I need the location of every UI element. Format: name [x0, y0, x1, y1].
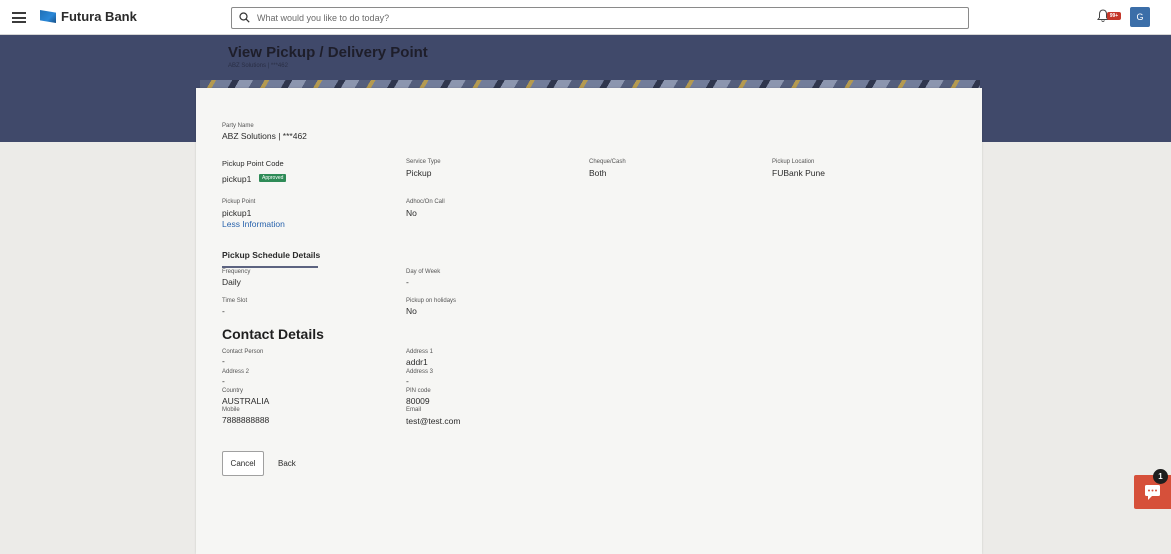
frequency-label: Frequency: [222, 269, 251, 275]
pickup-point-code-label: Pickup Point Code: [222, 159, 284, 168]
contact-details-title: Contact Details: [222, 326, 324, 342]
contact-person-value: -: [222, 356, 225, 366]
brand-name[interactable]: Futura Bank: [61, 9, 137, 24]
pin-code-value: 80009: [406, 396, 430, 406]
cheque-cash-value: Both: [589, 168, 607, 178]
back-button[interactable]: Back: [278, 451, 304, 476]
address2-label: Address 2: [222, 369, 250, 375]
country-value: AUSTRALIA: [222, 396, 270, 406]
bank-logo-icon: [40, 10, 56, 23]
notification-badge: 99+: [1107, 12, 1121, 20]
pin-code-label: PIN code: [406, 388, 431, 394]
less-information-link[interactable]: Less Information: [222, 219, 285, 229]
search-bar[interactable]: [231, 7, 969, 29]
pickup-location-label: Pickup Location: [772, 159, 815, 165]
address2-value: -: [222, 376, 225, 386]
page-subtitle: ABZ Solutions | ***462: [228, 63, 288, 69]
pickup-point-label: Pickup Point: [222, 199, 256, 205]
avatar[interactable]: G: [1130, 7, 1150, 27]
address1-label: Address 1: [406, 349, 434, 355]
pickup-holidays-value: No: [406, 306, 417, 316]
menu-icon[interactable]: [12, 12, 26, 23]
mobile-value: 7888888888: [222, 415, 270, 425]
country-label: Country: [222, 388, 244, 394]
cancel-button[interactable]: Cancel: [222, 451, 264, 476]
day-of-week-value: -: [406, 277, 409, 287]
pickup-schedule-title: Pickup Schedule Details: [222, 250, 321, 260]
email-value: test@test.com: [406, 416, 461, 426]
page-title: View Pickup / Delivery Point: [228, 44, 428, 61]
status-badge: Approved: [259, 174, 287, 182]
section-underline: [222, 266, 318, 268]
adhoc-label: Adhoc/On Call: [406, 199, 445, 205]
contact-person-label: Contact Person: [222, 349, 264, 355]
frequency-value: Daily: [222, 277, 241, 287]
pickup-point-code-value: pickup1: [222, 174, 252, 184]
pickup-holidays-label: Pickup on holidays: [406, 298, 457, 304]
mobile-label: Mobile: [222, 407, 240, 413]
time-slot-value: -: [222, 306, 225, 316]
service-type-label: Service Type: [406, 159, 441, 165]
time-slot-label: Time Slot: [222, 298, 248, 304]
cheque-cash-label: Cheque/Cash: [589, 159, 626, 165]
party-name-label: Party Name: [222, 123, 254, 129]
pickup-point-value: pickup1: [222, 208, 252, 218]
search-input[interactable]: [257, 10, 957, 26]
top-bar: Futura Bank 99+ G: [0, 0, 1171, 35]
email-label: Email: [406, 407, 422, 413]
search-icon: [239, 12, 250, 23]
chat-badge: 1: [1153, 469, 1168, 484]
day-of-week-label: Day of Week: [406, 269, 441, 275]
address3-value: -: [406, 376, 409, 386]
address3-label: Address 3: [406, 369, 434, 375]
details-card: Party Name ABZ Solutions | ***462 Pickup…: [196, 88, 982, 554]
adhoc-value: No: [406, 208, 417, 218]
party-name-value: ABZ Solutions | ***462: [222, 131, 307, 141]
service-type-value: Pickup: [406, 168, 432, 178]
pickup-location-value: FUBank Pune: [772, 168, 825, 178]
address1-value: addr1: [406, 357, 428, 367]
